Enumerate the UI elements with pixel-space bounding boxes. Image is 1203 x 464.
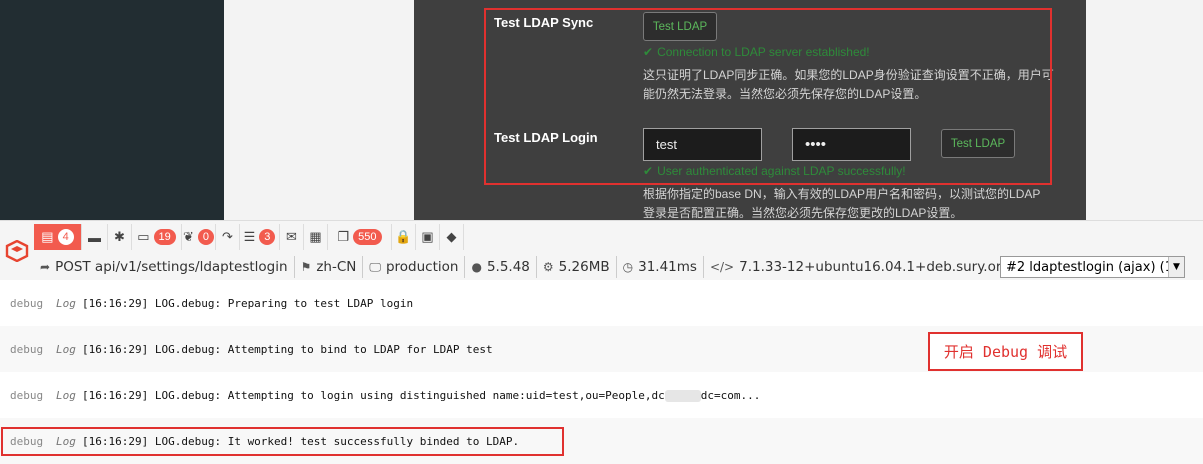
php-version-info: </> 7.1.33-12+ubuntu16.04.1+deb.sury.org+… bbox=[704, 256, 1036, 278]
share-icon: ➦ bbox=[40, 260, 51, 274]
clock-icon: ◷ bbox=[622, 260, 634, 274]
mail-icon: ✉ bbox=[286, 229, 297, 244]
request-icon: ▦ bbox=[309, 229, 322, 244]
log-type: Log bbox=[56, 388, 76, 402]
success-log-highlight-box bbox=[1, 427, 564, 456]
debugbar-tab-timeline[interactable]: ▬ bbox=[82, 224, 108, 250]
log-level: debug bbox=[10, 296, 44, 310]
time-text: 31.41ms bbox=[638, 259, 697, 275]
queries-icon: ☰ bbox=[243, 229, 256, 244]
tags-icon: ◆ bbox=[446, 229, 457, 244]
debugbar-tabs: ▤ 4 ▬ ✱ ▭ 19 ❦ 0 ↷ ☰ 3 ✉ ▦ ❐ 550 🔒 ▣ ◆ bbox=[0, 221, 1203, 253]
cogs-icon: ⚙ bbox=[542, 260, 554, 274]
exceptions-icon: ✱ bbox=[114, 229, 125, 244]
debugbar-tab-auth[interactable]: 🔒 bbox=[392, 224, 416, 250]
debugbar: ▤ 4 ▬ ✱ ▭ 19 ❦ 0 ↷ ☰ 3 ✉ ▦ ❐ 550 🔒 ▣ ◆ ➦ POST api/v1/setti… bbox=[0, 220, 1203, 280]
cache-icon: ▣ bbox=[421, 229, 434, 244]
content-background bbox=[224, 0, 414, 220]
log-row: debug Log [16:16:29] LOG.debug: Preparin… bbox=[0, 280, 1203, 326]
tab-badge: 0 bbox=[197, 229, 215, 245]
ldap-test-highlight-box bbox=[484, 8, 1052, 185]
debugbar-tab-models[interactable]: ❐ 550 bbox=[328, 224, 392, 250]
request-select-value: #2 ldaptestlogin (ajax) (16:16:29) bbox=[1006, 259, 1184, 275]
debugbar-tab-mail[interactable]: ✉ bbox=[280, 224, 304, 250]
memory-info: ⚙ 5.26MB bbox=[537, 256, 617, 278]
route-text: POST api/v1/settings/ldaptestlogin bbox=[55, 259, 288, 275]
redirect-icon: ↷ bbox=[222, 229, 233, 244]
right-background bbox=[1086, 0, 1203, 220]
log-type: Log bbox=[56, 342, 76, 356]
login-help-text: 根据你指定的base DN，输入有效的LDAP用户名和密码，以测试您的LDAP登… bbox=[643, 187, 1041, 220]
laravel-version-info: ● 5.5.48 bbox=[465, 256, 537, 278]
timeline-icon: ▬ bbox=[88, 229, 101, 245]
debugbar-tab-tags[interactable]: ◆ bbox=[440, 224, 464, 250]
request-select[interactable]: #2 ldaptestlogin (ajax) (16:16:29)▼ bbox=[1000, 256, 1185, 278]
debugbar-tab-messages[interactable]: ▤ 4 bbox=[34, 224, 82, 250]
debugbar-tab-exceptions[interactable]: ✱ bbox=[108, 224, 132, 250]
env-text: production bbox=[385, 259, 459, 275]
github-icon: ● bbox=[471, 260, 482, 274]
debugbar-tab-redirect[interactable]: ↷ bbox=[216, 224, 240, 250]
code-icon: </> bbox=[709, 260, 735, 274]
log-message-part: [16:16:29] LOG.debug: Attempting to logi… bbox=[82, 388, 665, 402]
desktop-icon: 🖵 bbox=[369, 259, 381, 274]
log-type: Log bbox=[56, 296, 76, 310]
log-level: debug bbox=[10, 388, 44, 402]
php-version-text: 7.1.33-12+ubuntu16.04.1+deb.sury.org+1 bbox=[739, 259, 1030, 275]
route-info: ➦ POST api/v1/settings/ldaptestlogin bbox=[34, 256, 295, 278]
auth-icon: 🔒 bbox=[395, 229, 412, 244]
route-icon: ❦ bbox=[182, 229, 194, 244]
locale-text: zh-CN bbox=[316, 259, 357, 275]
debug-callout: 开启 Debug 调试 bbox=[928, 332, 1083, 371]
app-area: Test LDAP Sync Test LDAP ✔ Connection to … bbox=[0, 0, 1203, 220]
debugbar-tab-cache[interactable]: ▣ bbox=[416, 224, 440, 250]
tab-badge: 3 bbox=[259, 229, 276, 245]
flag-icon: ⚑ bbox=[300, 260, 312, 274]
log-message: [16:16:29] LOG.debug: Attempting to bind… bbox=[82, 342, 493, 356]
models-icon: ❐ bbox=[337, 229, 350, 244]
debugbar-tab-views[interactable]: ▭ 19 bbox=[132, 224, 182, 250]
redacted-block bbox=[664, 389, 701, 402]
debugbar-tab-route[interactable]: ❦ 0 bbox=[182, 224, 216, 250]
chevron-down-icon: ▼ bbox=[1168, 257, 1184, 277]
log-message: [16:16:29] LOG.debug: Attempting to logi… bbox=[82, 389, 760, 402]
tab-badge: 550 bbox=[353, 229, 382, 245]
tab-badge: 4 bbox=[57, 229, 74, 245]
log-message-part: dc=com... bbox=[700, 388, 761, 402]
time-info: ◷ 31.41ms bbox=[617, 256, 704, 278]
env-info: 🖵 production bbox=[363, 256, 466, 278]
log-message: [16:16:29] LOG.debug: Preparing to test … bbox=[82, 296, 414, 310]
debugbar-tab-queries[interactable]: ☰ 3 bbox=[240, 224, 280, 250]
tab-badge: 19 bbox=[153, 229, 176, 245]
debugbar-tab-request[interactable]: ▦ bbox=[304, 224, 328, 250]
views-icon: ▭ bbox=[137, 229, 150, 244]
log-row: debug Log [16:16:29] LOG.debug: Attempti… bbox=[0, 372, 1203, 418]
memory-text: 5.26MB bbox=[558, 259, 610, 275]
log-level: debug bbox=[10, 342, 44, 356]
messages-icon: ▤ bbox=[41, 229, 54, 244]
sidebar bbox=[0, 0, 224, 220]
locale-info: ⚑ zh-CN bbox=[295, 256, 364, 278]
laravel-version-text: 5.5.48 bbox=[486, 259, 530, 275]
